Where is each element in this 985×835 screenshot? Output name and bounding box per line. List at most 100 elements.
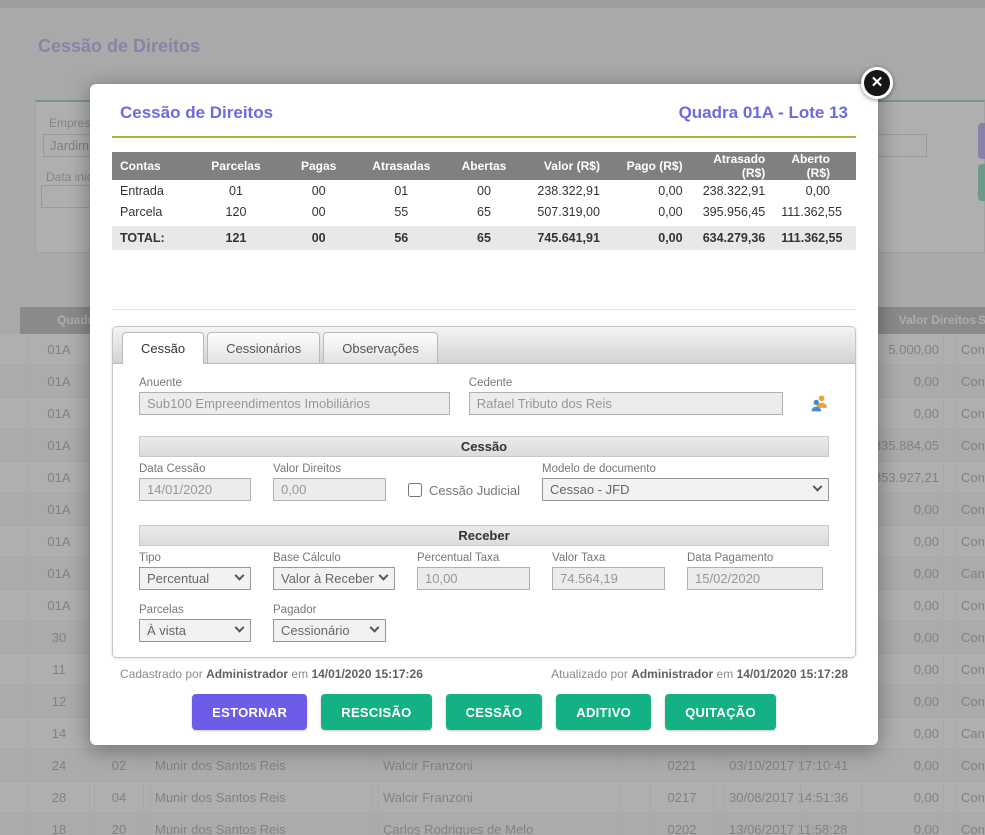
summary-cell: Entrada <box>112 180 195 202</box>
summary-cell: 56 <box>360 224 443 250</box>
aditivo-button[interactable]: ADITIVO <box>556 694 651 730</box>
valor-taxa-label: Valor Taxa <box>552 552 665 564</box>
summary-total-row: TOTAL:121005665745.641,910,00634.279,361… <box>112 224 856 250</box>
summary-cell: 238.322,91 <box>525 180 608 202</box>
updated-info: Atualizado por Administrador em 14/01/20… <box>551 667 848 681</box>
receber-section-header: Receber <box>139 525 829 546</box>
data-pagamento-input[interactable] <box>687 567 823 590</box>
section-divider <box>112 309 856 310</box>
valor-direitos-label: Valor Direitos <box>273 463 386 475</box>
summary-cell: 745.641,91 <box>525 224 608 250</box>
anuente-label: Anuente <box>139 377 450 389</box>
summary-cell: Parcela <box>112 202 195 224</box>
screen: Cessão de Direitos Empresa Data inicial … <box>0 0 985 835</box>
tab-cessao[interactable]: Cessão <box>122 332 204 364</box>
close-button[interactable]: ✕ <box>861 67 893 99</box>
chevron-down-icon <box>370 623 380 633</box>
summary-cell: 111.362,55 <box>773 224 856 250</box>
summary-cell: 238.322,91 <box>691 180 774 202</box>
summary-cell: 111.362,55 <box>773 202 856 224</box>
summary-cell: 120 <box>195 202 278 224</box>
valor-taxa-input[interactable] <box>552 567 665 590</box>
summary-column-header: Pagas <box>277 152 360 180</box>
pagador-label: Pagador <box>273 604 386 616</box>
summary-cell: 65 <box>443 224 526 250</box>
anuente-input[interactable] <box>139 392 450 415</box>
summary-column-header: Atrasadas <box>360 152 443 180</box>
summary-cell: 507.319,00 <box>525 202 608 224</box>
summary-row: Entrada01000100238.322,910,00238.322,910… <box>112 180 856 202</box>
data-cessao-label: Data Cessão <box>139 463 251 475</box>
cedente-input[interactable] <box>469 392 784 415</box>
people-icon[interactable] <box>810 393 829 413</box>
tab-observacoes[interactable]: Observações <box>323 332 438 363</box>
chevron-down-icon <box>813 482 823 492</box>
summary-column-header: Contas <box>112 152 195 180</box>
base-calculo-value: Valor à Receber <box>281 571 374 586</box>
rescisao-button[interactable]: RESCISÃO <box>321 694 431 730</box>
summary-column-header: Valor (R$) <box>525 152 608 180</box>
tab-bar: CessãoCessionáriosObservações <box>113 327 855 364</box>
cessao-button[interactable]: CESSÃO <box>446 694 543 730</box>
summary-column-header: Atrasado (R$) <box>691 152 774 180</box>
parcelas-value: À vista <box>147 623 186 638</box>
summary-cell: TOTAL: <box>112 224 195 250</box>
title-divider <box>112 136 856 138</box>
summary-cell: 634.279,36 <box>691 224 774 250</box>
parcelas-label: Parcelas <box>139 604 251 616</box>
summary-cell: 0,00 <box>608 224 691 250</box>
summary-cell: 0,00 <box>773 180 856 202</box>
data-cessao-input[interactable] <box>139 478 251 501</box>
summary-cell: 01 <box>360 180 443 202</box>
modelo-documento-value: Cessao - JFD <box>550 482 629 497</box>
chevron-down-icon <box>235 571 245 581</box>
cessao-judicial-checkbox[interactable] <box>408 483 422 497</box>
summary-cell: 65 <box>443 202 526 224</box>
tipo-select[interactable]: Percentual <box>139 567 251 590</box>
summary-cell: 121 <box>195 224 278 250</box>
parcelas-select[interactable]: À vista <box>139 619 251 642</box>
summary-column-header: Abertas <box>443 152 526 180</box>
summary-cell: 00 <box>443 180 526 202</box>
summary-cell: 0,00 <box>608 180 691 202</box>
valor-direitos-input[interactable] <box>273 478 386 501</box>
tab-cessionarios[interactable]: Cessionários <box>207 332 320 363</box>
summary-cell: 0,00 <box>608 202 691 224</box>
summary-cell: 395.956,45 <box>691 202 774 224</box>
tipo-value: Percentual <box>147 571 209 586</box>
summary-cell: 01 <box>195 180 278 202</box>
base-calculo-label: Base Cálculo <box>273 552 395 564</box>
accounts-summary-table: ContasParcelasPagasAtrasadasAbertasValor… <box>112 152 856 250</box>
pagador-select[interactable]: Cessionário <box>273 619 386 642</box>
quitacao-button[interactable]: QUITAÇÃO <box>665 694 776 730</box>
tipo-label: Tipo <box>139 552 251 564</box>
tab-content-cessao: Anuente Cedente Cessão <box>113 364 855 642</box>
summary-column-header: Pago (R$) <box>608 152 691 180</box>
modelo-documento-select[interactable]: Cessao - JFD <box>542 478 829 501</box>
summary-cell: 00 <box>277 202 360 224</box>
modal-header: Cessão de Direitos Quadra 01A - Lote 13 <box>112 103 856 123</box>
summary-column-header: Aberto (R$) <box>773 152 856 180</box>
chevron-down-icon <box>235 623 245 633</box>
modal-lot-label: Quadra 01A - Lote 13 <box>679 103 848 123</box>
created-info: Cadastrado por Administrador em 14/01/20… <box>120 667 423 681</box>
cessao-de-direitos-modal: Cessão de Direitos Quadra 01A - Lote 13 … <box>90 84 878 745</box>
cessao-section-header: Cessão <box>139 436 829 457</box>
summary-cell: 55 <box>360 202 443 224</box>
cedente-label: Cedente <box>469 377 784 389</box>
data-pagamento-label: Data Pagamento <box>687 552 823 564</box>
cessao-judicial-label: Cessão Judicial <box>429 483 520 498</box>
percentual-taxa-label: Percentual Taxa <box>417 552 530 564</box>
summary-cell: 00 <box>277 224 360 250</box>
tab-container: CessãoCessionáriosObservações Anuente Ce… <box>112 326 856 658</box>
base-calculo-select[interactable]: Valor à Receber <box>273 567 395 590</box>
chevron-down-icon <box>379 571 389 581</box>
percentual-taxa-input[interactable] <box>417 567 530 590</box>
summary-column-header: Parcelas <box>195 152 278 180</box>
summary-cell: 00 <box>277 180 360 202</box>
estornar-button[interactable]: ESTORNAR <box>192 694 307 730</box>
modal-title: Cessão de Direitos <box>120 103 273 123</box>
summary-row: Parcela120005565507.319,000,00395.956,45… <box>112 202 856 224</box>
audit-footer: Cadastrado por Administrador em 14/01/20… <box>112 667 856 681</box>
pagador-value: Cessionário <box>281 623 350 638</box>
